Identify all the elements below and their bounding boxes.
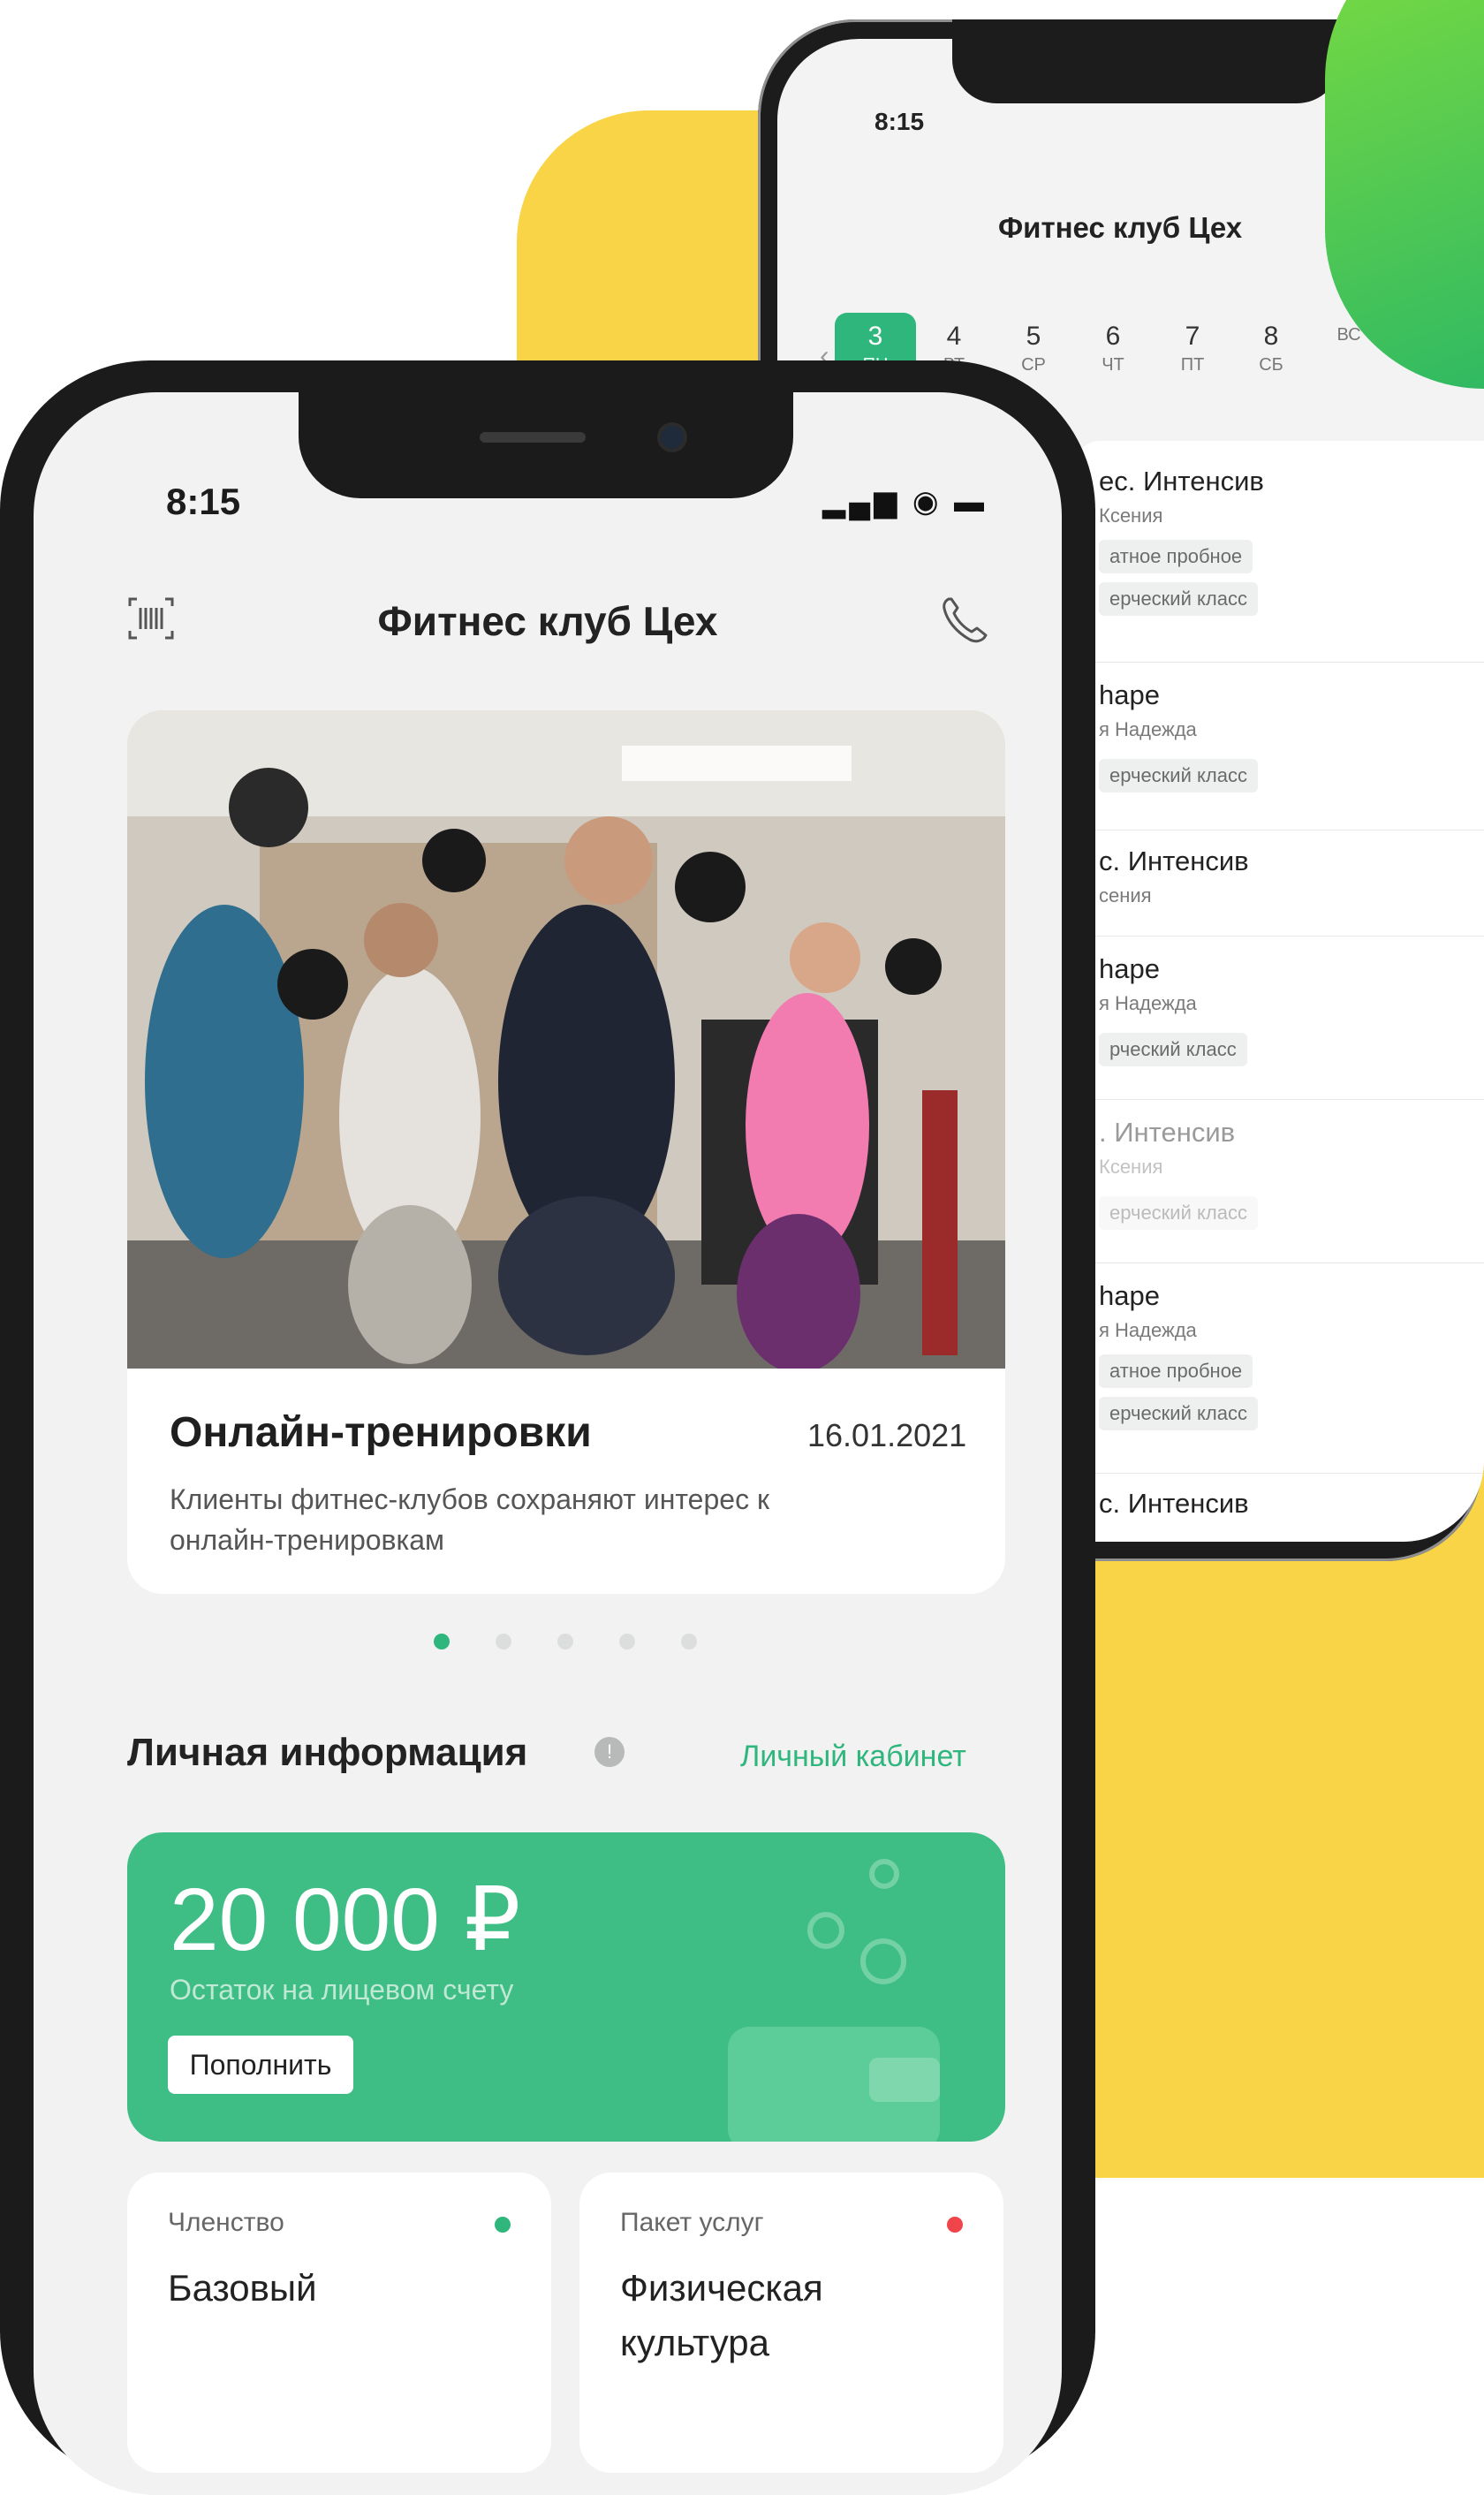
status-time: 8:15 — [874, 108, 925, 135]
schedule-item[interactable]: . Интенсив Ксения ерческий класс — [1099, 1117, 1258, 1230]
news-title: Онлайн-тренировки — [170, 1409, 592, 1456]
section-title: Личная информация — [127, 1731, 528, 1774]
day-number: 8 — [1263, 322, 1279, 351]
trainer-name: Ксения — [1099, 1156, 1163, 1178]
class-title: hape — [1099, 679, 1160, 710]
class-tag: рческий класс — [1099, 1033, 1247, 1066]
class-title: hape — [1099, 1280, 1160, 1311]
balance-card: 20 000 ₽ Остаток на лицевом счету Пополн… — [127, 1832, 1005, 2142]
balance-label: Остаток на лицевом счету — [170, 1974, 514, 2006]
divider — [1078, 1473, 1484, 1474]
coin-icon — [860, 1938, 906, 1984]
schedule-item[interactable]: с. Интенсив — [1099, 1488, 1249, 1520]
class-title: с. Интенсив — [1099, 1488, 1249, 1519]
class-title: ес. Интенсив — [1099, 466, 1264, 497]
membership-status-dot — [495, 2217, 511, 2233]
news-photo-image — [127, 710, 1005, 1369]
class-tag: атное пробное — [1099, 540, 1253, 573]
day-item[interactable]: 6 ЧТ — [1082, 322, 1144, 375]
carousel-dot[interactable] — [557, 1634, 573, 1649]
class-title: . Интенсив — [1099, 1117, 1236, 1148]
info-icon[interactable]: ! — [594, 1737, 625, 1767]
divider — [1078, 662, 1484, 663]
package-value: Физическая культура — [620, 2267, 823, 2363]
day-of-week: СР — [1021, 355, 1046, 375]
front-phone-frame: 8:15 ▂▄▆ ◉ ▬ Фитнес клуб Цех Онлайн-трен… — [0, 360, 1095, 2495]
service-package-card[interactable]: Пакет услуг Физическая культура — [579, 2173, 1003, 2473]
divider — [1078, 1099, 1484, 1100]
trainer-name: Ксения — [1099, 504, 1163, 527]
package-status-dot — [947, 2217, 963, 2233]
day-of-week: ЧТ — [1102, 355, 1124, 375]
phone-call-icon[interactable] — [936, 592, 993, 648]
day-number: 5 — [1026, 322, 1041, 351]
trainer-name: сения — [1099, 884, 1152, 906]
day-number: 6 — [1105, 322, 1121, 351]
day-of-week: СБ — [1259, 355, 1283, 375]
schedule-list: ес. Интенсив Ксения атное пробное ерческ… — [1078, 441, 1484, 1542]
day-number: 3 — [867, 322, 883, 351]
day-item[interactable]: 5 СР — [1003, 322, 1064, 375]
class-tag: ерческий класс — [1099, 759, 1258, 792]
carousel-dot-active[interactable] — [434, 1634, 450, 1649]
news-description: Клиенты фитнес-клубов сохраняют интерес … — [170, 1483, 769, 1556]
carousel-dot[interactable] — [619, 1634, 635, 1649]
membership-label: Членство — [168, 2208, 284, 2237]
trainer-name: я Надежда — [1099, 1319, 1197, 1341]
schedule-item[interactable]: ес. Интенсив Ксения атное пробное ерческ… — [1099, 466, 1264, 616]
day-number: 4 — [946, 322, 962, 351]
status-icons: ▂▄▆ ◉ ▬ — [822, 485, 988, 519]
wallet-clasp-icon — [869, 2058, 940, 2102]
trainer-name: я Надежда — [1099, 992, 1197, 1014]
membership-card[interactable]: Членство Базовый — [127, 2173, 551, 2473]
personal-account-link[interactable]: Личный кабинет — [740, 1740, 966, 1774]
day-of-week: ПТ — [1180, 355, 1205, 375]
schedule-item[interactable]: hape я Надежда ерческий класс — [1099, 679, 1258, 792]
divider — [1078, 936, 1484, 937]
class-tag: атное пробное — [1099, 1354, 1253, 1388]
phone-notch — [299, 392, 793, 498]
phone-notch — [952, 19, 1341, 103]
schedule-item[interactable]: hape я Надежда атное пробное ерческий кл… — [1099, 1280, 1258, 1430]
schedule-item[interactable]: hape я Надежда рческий класс — [1099, 953, 1247, 1066]
front-phone-screen: 8:15 ▂▄▆ ◉ ▬ Фитнес клуб Цех Онлайн-трен… — [34, 392, 1062, 2495]
front-camera — [661, 426, 684, 449]
speaker-grille — [480, 432, 586, 443]
trainer-name: я Надежда — [1099, 718, 1197, 740]
carousel-dot[interactable] — [496, 1634, 511, 1649]
status-time: 8:15 — [166, 481, 241, 522]
class-title: с. Интенсив — [1099, 846, 1249, 876]
class-tag: ерческий класс — [1099, 1397, 1258, 1430]
day-item[interactable]: 8 СБ — [1240, 322, 1302, 375]
coin-icon — [869, 1859, 899, 1889]
page-title: Фитнес клуб Цех — [998, 211, 1243, 244]
class-tag: ерческий класс — [1099, 1196, 1258, 1230]
news-card[interactable]: Онлайн-тренировки 16.01.2021 Клиенты фит… — [127, 710, 1005, 1594]
day-number: 7 — [1185, 322, 1200, 351]
class-title: hape — [1099, 953, 1160, 984]
coin-icon — [807, 1912, 844, 1949]
top-up-button[interactable]: Пополнить — [168, 2036, 353, 2094]
page-title: Фитнес клуб Цех — [377, 598, 718, 644]
package-label: Пакет услуг — [620, 2208, 764, 2237]
class-tag: ерческий класс — [1099, 582, 1258, 616]
membership-value: Базовый — [168, 2267, 317, 2309]
carousel-dot[interactable] — [681, 1634, 697, 1649]
schedule-item[interactable]: с. Интенсив сения — [1099, 846, 1249, 907]
balance-amount: 20 000 ₽ — [170, 1870, 521, 1969]
news-date: 16.01.2021 — [807, 1417, 967, 1453]
day-item[interactable]: 7 ПТ — [1162, 322, 1223, 375]
